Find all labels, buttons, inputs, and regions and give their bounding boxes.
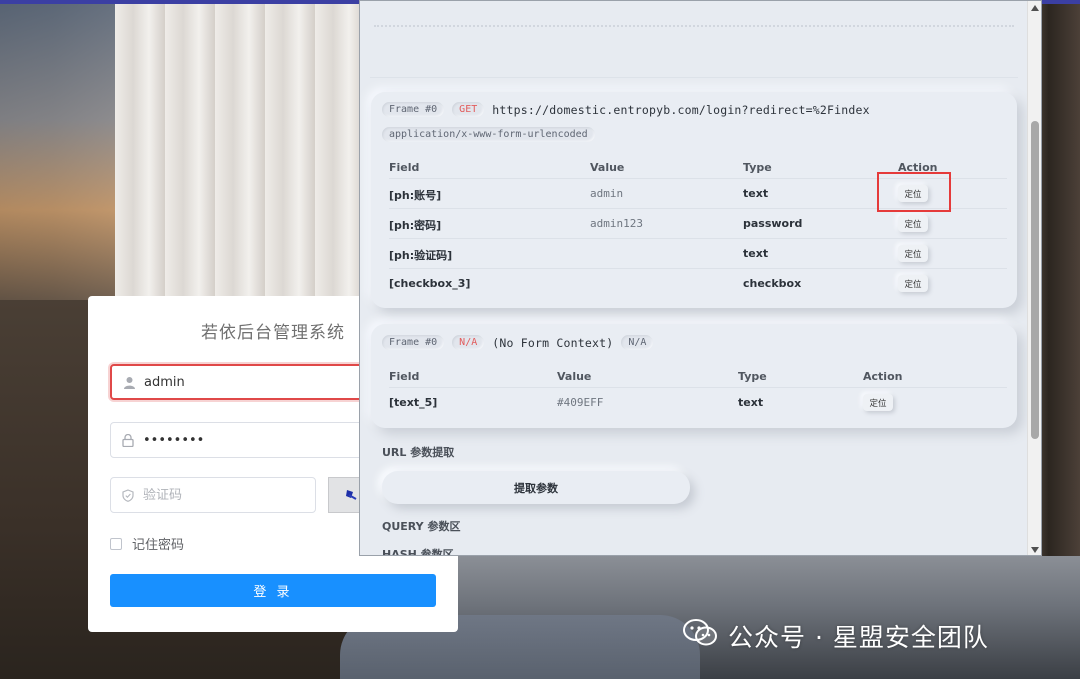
field-value: admin — [590, 187, 624, 200]
field-type: text — [743, 187, 769, 200]
form-header: Frame #0 N/A (No Form Context) N/A — [382, 335, 661, 350]
locate-button[interactable]: 定位 — [898, 215, 928, 232]
table-row: [ph:验证码] text 定位 — [389, 239, 1007, 269]
column-header: Value — [557, 370, 592, 383]
method-chip: GET — [452, 102, 485, 117]
username-field[interactable] — [110, 364, 370, 400]
remember-checkbox[interactable] — [110, 537, 122, 550]
remember-label: 记住密码 — [132, 538, 185, 553]
extract-params-button[interactable]: 提取参数 — [382, 471, 690, 504]
column-header: Field — [389, 161, 420, 174]
frame-chip: Frame #0 — [382, 102, 445, 117]
field-name: [ph:验证码] — [389, 249, 453, 262]
table-row: [ph:密码] admin123 password 定位 — [389, 209, 1007, 239]
background-window — [0, 0, 120, 300]
captcha-input[interactable] — [143, 487, 293, 503]
column-header: Type — [743, 161, 772, 174]
field-name: [checkbox_3] — [389, 277, 471, 290]
panel-content: Frame #0 GET https://domestic.entropyb.c… — [360, 1, 1028, 556]
password-input[interactable] — [143, 432, 333, 448]
field-type: text — [743, 247, 769, 260]
form-enctype-row: application/x-www-form-urlencoded — [382, 127, 603, 142]
highlight-annotation — [877, 172, 951, 212]
form-context: (No Form Context) — [492, 335, 614, 350]
field-name: [ph:账号] — [389, 189, 442, 202]
scroll-thumb[interactable] — [1031, 121, 1039, 439]
table-header: Field Value Type Action — [389, 364, 1007, 388]
hash-params-label: HASH 参数区 — [382, 548, 454, 556]
table-row: [text_5] #409EFF text 定位 — [389, 388, 1007, 418]
lock-icon — [121, 433, 135, 447]
divider — [370, 77, 1018, 78]
column-header: Type — [738, 370, 767, 383]
field-type: password — [743, 217, 803, 230]
url-param-label: URL 参数提取 — [382, 446, 455, 459]
locate-button[interactable]: 定位 — [898, 275, 928, 292]
captcha-field[interactable] — [110, 477, 316, 513]
shield-icon — [121, 488, 135, 502]
enctype-chip: application/x-www-form-urlencoded — [382, 127, 595, 142]
form-action-url: https://domestic.entropyb.com/login?redi… — [492, 102, 870, 117]
form-inspector-panel: Frame #0 GET https://domestic.entropyb.c… — [359, 0, 1042, 556]
field-value: #409EFF — [557, 396, 604, 409]
query-params-label: QUERY 参数区 — [382, 520, 461, 533]
field-type: text — [738, 396, 764, 409]
column-header: Field — [389, 370, 420, 383]
column-header: Action — [863, 370, 903, 383]
field-value: admin123 — [590, 217, 643, 230]
frame-chip: Frame #0 — [382, 335, 445, 350]
login-button[interactable]: 登 录 — [110, 574, 436, 607]
remember-password[interactable]: 记住密码 — [110, 534, 184, 553]
watermark: 公众号 · 星盟安全团队 — [682, 618, 989, 654]
column-header: Value — [590, 161, 625, 174]
vertical-scrollbar[interactable] — [1027, 1, 1041, 555]
background-curtain — [115, 0, 365, 300]
scroll-down-icon[interactable] — [1031, 547, 1039, 553]
field-type: checkbox — [743, 277, 802, 290]
watermark-text: 公众号 · 星盟安全团队 — [728, 623, 989, 652]
form-card: Frame #0 N/A (No Form Context) N/A Field… — [371, 324, 1017, 428]
password-field[interactable] — [110, 422, 370, 458]
username-input[interactable] — [144, 374, 334, 390]
divider — [374, 25, 1014, 27]
field-name: [ph:密码] — [389, 219, 442, 232]
locate-button[interactable]: 定位 — [863, 394, 893, 411]
enctype-chip: N/A — [621, 335, 654, 350]
field-name: [text_5] — [389, 396, 438, 409]
method-chip: N/A — [452, 335, 485, 350]
locate-button[interactable]: 定位 — [898, 245, 928, 262]
wechat-icon — [682, 618, 718, 654]
table-row: [checkbox_3] checkbox 定位 — [389, 269, 1007, 299]
scroll-up-icon[interactable] — [1031, 5, 1039, 11]
form-header: Frame #0 GET https://domestic.entropyb.c… — [382, 102, 870, 117]
user-icon — [122, 375, 136, 389]
fields-table: Field Value Type Action [text_5] #409EFF… — [389, 364, 1007, 418]
